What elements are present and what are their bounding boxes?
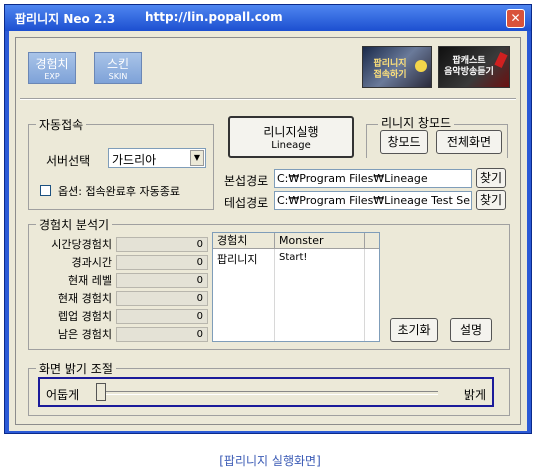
main-panel: 경험치 EXP 스킨 SKIN 팝리니지 접속하기 팝캐스트 음악방송듣기 자동… <box>15 37 521 425</box>
auto-close-label: 옵션: 접속완료후 자동종료 <box>58 185 181 198</box>
list-cell-exp: 팝리니지 <box>217 253 258 266</box>
list-header-filler <box>365 233 379 249</box>
stat-value: 0 <box>116 327 208 342</box>
caption: [팝리니지 실행화면] <box>219 454 321 468</box>
stats-area: 시간당경험치 0 경과시간 0 현재 레벨 0 현재 경험치 0 렙업 경험치 … <box>28 236 208 346</box>
stat-label: 현재 경험치 <box>57 292 112 305</box>
launch-line2: Lineage <box>271 140 311 151</box>
stat-value: 0 <box>116 309 208 324</box>
brightness-thumb[interactable] <box>96 383 106 401</box>
server-select-value: 가드리아 <box>112 153 157 167</box>
exp-list[interactable]: 경험치 Monster 팝리니지 Start! <box>212 232 380 342</box>
skin-button-sub: SKIN <box>108 72 128 81</box>
exp-button-sub: EXP <box>44 72 60 81</box>
skin-button[interactable]: 스킨 SKIN <box>94 52 142 84</box>
fullscreen-button[interactable]: 전체화면 <box>436 130 502 154</box>
launch-line1: 리니지실행 <box>263 125 319 139</box>
connect-banner-text: 팝리니지 접속하기 <box>373 59 407 80</box>
window-mode-button[interactable]: 창모드 <box>380 130 428 154</box>
music-banner-text: 팝캐스트 음악방송듣기 <box>444 56 494 77</box>
stat-label: 경과시간 <box>71 256 112 269</box>
client-area: 경험치 EXP 스킨 SKIN 팝리니지 접속하기 팝캐스트 음악방송듣기 자동… <box>9 31 527 431</box>
stat-value: 0 <box>116 291 208 306</box>
skin-button-label: 스킨 <box>106 57 130 71</box>
stat-label: 남은 경험치 <box>57 328 112 341</box>
main-path-field[interactable]: C:₩Program Files₩Lineage <box>274 169 472 188</box>
close-icon: ✕ <box>510 11 521 25</box>
test-path-field[interactable]: C:₩Program Files₩Lineage Test Server <box>274 191 472 210</box>
test-path-find-button[interactable]: 찾기 <box>476 190 506 210</box>
server-label: 서버선택 <box>46 154 91 168</box>
list-header-exp[interactable]: 경험치 <box>213 233 275 249</box>
window-mode-title: 리니지 창모드 <box>378 114 455 131</box>
reset-button[interactable]: 초기화 <box>390 318 438 342</box>
server-select[interactable]: 가드리아 ▼ <box>108 148 206 168</box>
exp-button[interactable]: 경험치 EXP <box>28 52 76 84</box>
auto-connect-title: 자동접속 <box>36 116 87 133</box>
chevron-down-icon[interactable]: ▼ <box>190 150 204 166</box>
music-banner[interactable]: 팝캐스트 음악방송듣기 <box>438 46 510 88</box>
help-button[interactable]: 설명 <box>450 318 492 342</box>
stat-value: 0 <box>116 237 208 252</box>
auto-close-checkbox[interactable] <box>40 185 51 196</box>
list-header-monster[interactable]: Monster <box>275 233 365 249</box>
brightness-slider-frame: 어둡게 밝게 <box>38 377 494 407</box>
stat-label: 시간당경험치 <box>51 238 112 251</box>
close-button[interactable]: ✕ <box>506 9 525 28</box>
main-path-find-button[interactable]: 찾기 <box>476 168 506 188</box>
stat-label: 현재 레벨 <box>68 274 112 287</box>
list-cell-monster: Start! <box>279 252 308 263</box>
connect-banner[interactable]: 팝리니지 접속하기 <box>362 46 432 88</box>
test-path-label: 테섭경로 <box>224 196 269 210</box>
title-bar[interactable]: 팝리니지 Neo 2.3 http://lin.popall.com ✕ <box>5 5 531 31</box>
exp-analyzer-title: 경험치 분석기 <box>36 216 113 233</box>
list-item[interactable]: 팝리니지 Start! <box>213 251 365 266</box>
feather-icon <box>494 51 508 69</box>
stat-value: 0 <box>116 273 208 288</box>
stat-value: 0 <box>116 255 208 270</box>
main-path-label: 본섭경로 <box>224 174 269 188</box>
top-separator <box>20 98 516 100</box>
app-title: 팝리니지 Neo 2.3 <box>15 12 116 26</box>
smiley-icon <box>415 60 427 72</box>
launch-lineage-button[interactable]: 리니지실행 Lineage <box>228 116 354 158</box>
app-window: 팝리니지 Neo 2.3 http://lin.popall.com ✕ 경험치… <box>4 4 532 434</box>
brightness-title: 화면 밝기 조절 <box>36 360 116 377</box>
stat-label: 렙업 경험치 <box>57 310 112 323</box>
brightness-bright-label: 밝게 <box>463 388 486 402</box>
brightness-track[interactable] <box>100 391 438 395</box>
exp-button-label: 경험치 <box>35 57 69 71</box>
brightness-dark-label: 어둡게 <box>46 388 80 402</box>
title-url: http://lin.popall.com <box>145 10 283 24</box>
